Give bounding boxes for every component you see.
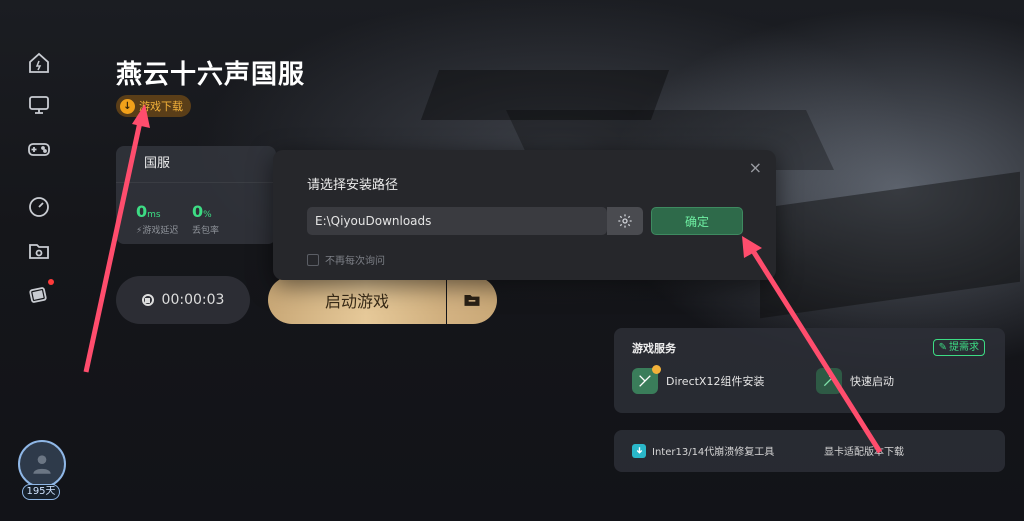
- latency-value: 0: [136, 202, 148, 221]
- gamepad-icon[interactable]: [26, 136, 52, 162]
- latency-label: 游戏延迟: [142, 226, 179, 236]
- dont-ask-label: 不再每次询问: [325, 256, 385, 267]
- pen-icon: ✎: [938, 342, 947, 353]
- intel-crash-fix-label: Inter13/14代崩溃修复工具: [652, 447, 775, 458]
- packet-loss-label: 丢包率: [192, 226, 220, 236]
- packet-loss-value: 0: [192, 202, 204, 221]
- member-days-badge: 195天: [22, 484, 60, 500]
- latency-unit: ms: [147, 210, 161, 220]
- home-icon[interactable]: [26, 50, 52, 76]
- timer-value: 00:00:03: [161, 292, 225, 308]
- confirm-button[interactable]: 确定: [651, 207, 743, 235]
- game-services-card: 游戏服务 ✎ 提需求 DirectX12组件安装 快速启动: [614, 328, 1005, 413]
- folder-icon: [464, 295, 480, 306]
- browse-path-button[interactable]: [607, 207, 643, 235]
- dialog-title: 请选择安装路径: [307, 178, 399, 193]
- tools-card: Inter13/14代崩溃修复工具 显卡适配版本下载: [614, 430, 1005, 472]
- packet-loss-unit: %: [203, 210, 212, 220]
- request-feature-button[interactable]: ✎ 提需求: [932, 339, 985, 356]
- folder-icon[interactable]: [26, 238, 52, 264]
- checkbox-box[interactable]: [307, 253, 319, 266]
- directx-install-item[interactable]: DirectX12组件安装: [632, 365, 765, 394]
- background-debris: [760, 171, 1020, 319]
- game-download-label: 游戏下载: [139, 100, 183, 113]
- directx-install-label: DirectX12组件安装: [666, 375, 765, 388]
- server-name[interactable]: 国服: [116, 146, 276, 183]
- server-card: 国服 0ms ⚡游戏延迟 0% 丢包率: [116, 146, 276, 244]
- monitor-icon[interactable]: [26, 92, 52, 118]
- sidebar: 195天: [0, 0, 76, 521]
- launch-game-button[interactable]: 启动游戏: [268, 276, 446, 324]
- open-folder-button[interactable]: [447, 276, 497, 324]
- gear-icon: [618, 214, 632, 228]
- latency-stat: 0ms ⚡游戏延迟: [136, 202, 178, 236]
- install-path-dialog: 请选择安装路径 × E:\QiyouDownloads 确定 不再每次询问: [273, 150, 776, 280]
- page-title: 燕云十六声国服: [116, 60, 306, 90]
- session-timer[interactable]: 00:00:03: [116, 276, 250, 324]
- install-path-input[interactable]: E:\QiyouDownloads: [307, 207, 607, 235]
- dont-ask-checkbox[interactable]: 不再每次询问: [307, 252, 385, 267]
- notification-dot: [48, 279, 54, 285]
- gpu-version-download[interactable]: 显卡适配版本下载: [824, 443, 904, 458]
- cloud-download-icon: [632, 443, 646, 458]
- download-icon: ↓: [120, 98, 135, 114]
- services-title: 游戏服务: [632, 342, 676, 355]
- directx-icon: [632, 365, 661, 394]
- quick-launch-icon: [816, 368, 842, 394]
- close-icon[interactable]: ×: [749, 158, 762, 177]
- stop-icon: [141, 294, 154, 306]
- avatar[interactable]: [18, 440, 66, 488]
- gpu-version-label: 显卡适配版本下载: [824, 447, 904, 458]
- speedometer-icon[interactable]: [26, 194, 52, 220]
- game-download-badge[interactable]: ↓ 游戏下载: [116, 95, 191, 117]
- intel-crash-fix-tool[interactable]: Inter13/14代崩溃修复工具: [632, 443, 774, 458]
- gift-card-icon[interactable]: [26, 279, 54, 307]
- request-label: 提需求: [949, 342, 979, 353]
- quick-launch-label: 快速启动: [850, 375, 894, 388]
- quick-launch-item[interactable]: 快速启动: [816, 368, 894, 394]
- packet-loss-stat: 0% 丢包率: [192, 202, 219, 236]
